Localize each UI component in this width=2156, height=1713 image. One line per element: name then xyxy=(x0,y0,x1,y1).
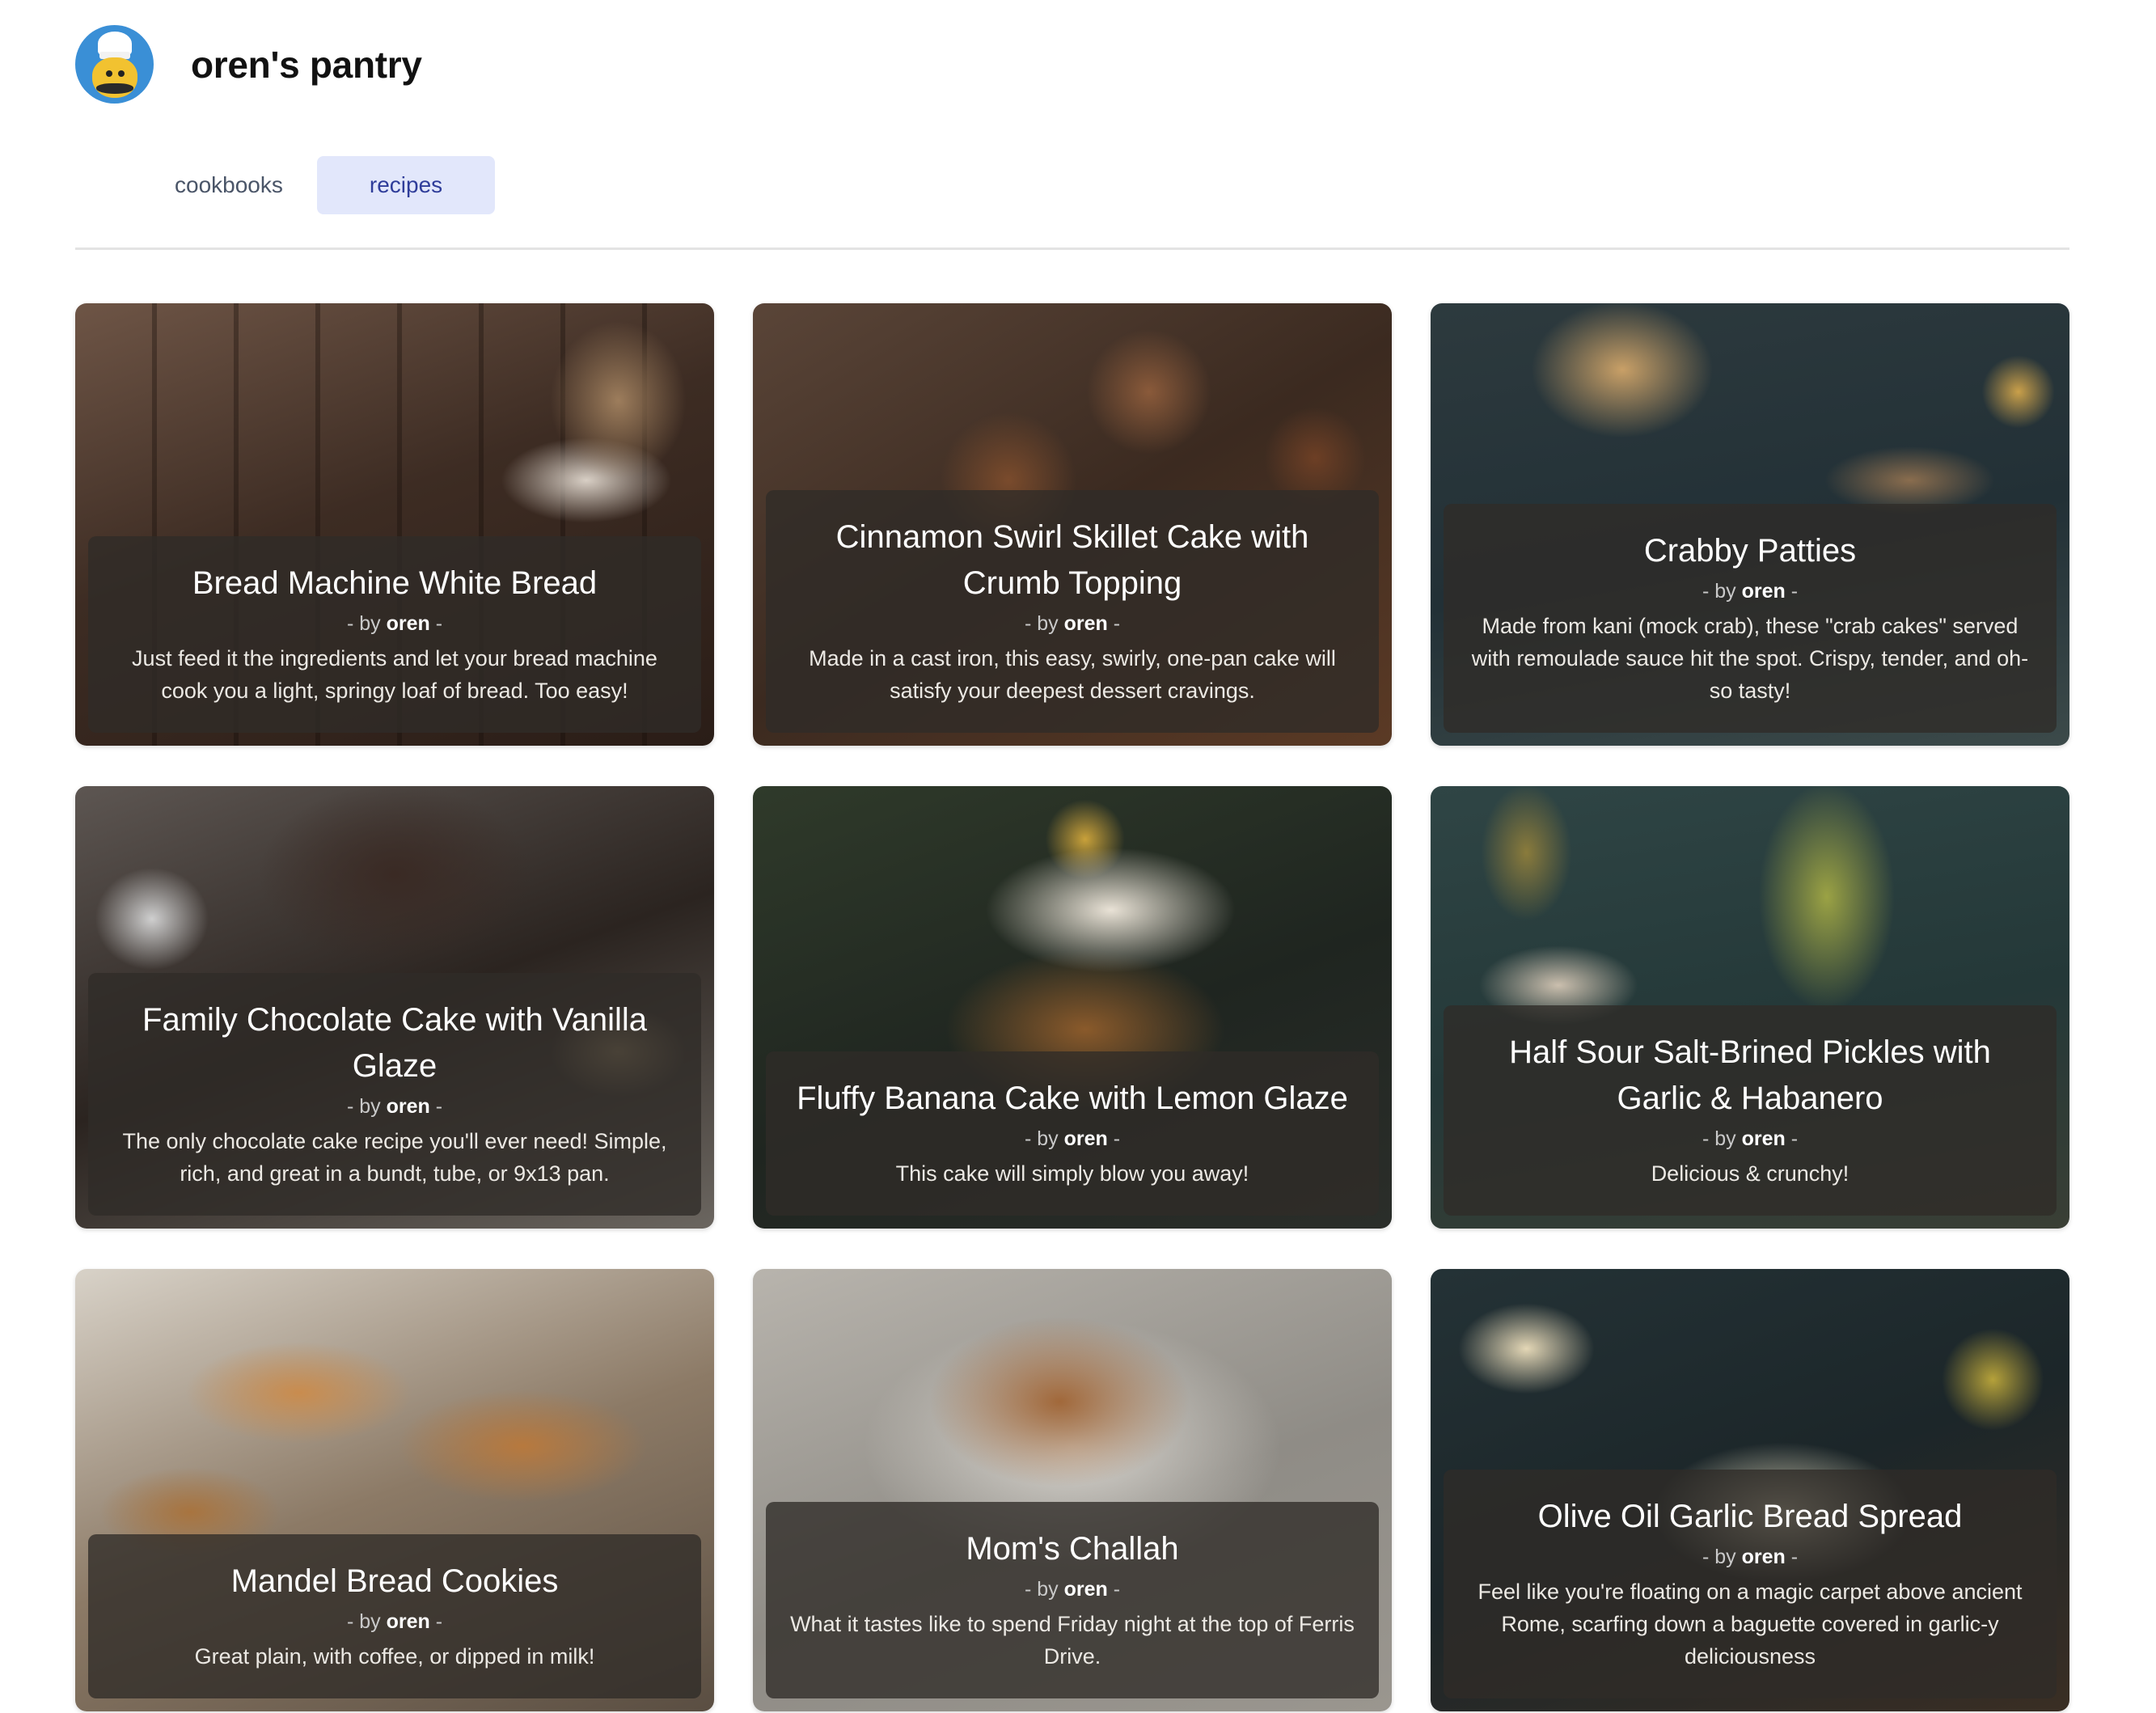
recipe-author[interactable]: oren xyxy=(387,1610,430,1633)
recipe-description: This cake will simply blow you away! xyxy=(895,1161,1249,1186)
recipe-author[interactable]: oren xyxy=(1742,580,1786,603)
recipe-caption: Cinnamon Swirl Skillet Cake with Crumb T… xyxy=(766,490,1379,733)
recipe-byline: - by oren - xyxy=(1702,580,1799,603)
recipe-title: Family Chocolate Cake with Vanilla Glaze xyxy=(142,1002,647,1084)
recipe-title: Bread Machine White Bread xyxy=(192,565,598,601)
recipe-card[interactable]: Mom's Challah - by oren - What it tastes… xyxy=(753,1269,1392,1711)
tab-recipes[interactable]: recipes xyxy=(316,156,496,214)
recipe-byline: - by oren - xyxy=(1024,612,1121,635)
recipe-card[interactable]: Crabby Patties - by oren - Made from kan… xyxy=(1431,303,2069,746)
recipe-card[interactable]: Olive Oil Garlic Bread Spread - by oren … xyxy=(1431,1269,2069,1711)
recipe-author[interactable]: oren xyxy=(387,1095,430,1118)
recipe-card[interactable]: Half Sour Salt-Brined Pickles with Garli… xyxy=(1431,786,2069,1229)
recipe-byline: - by oren - xyxy=(1702,1127,1799,1150)
recipe-description: Great plain, with coffee, or dipped in m… xyxy=(194,1644,595,1669)
recipe-card[interactable]: Cinnamon Swirl Skillet Cake with Crumb T… xyxy=(753,303,1392,746)
recipe-description: The only chocolate cake recipe you'll ev… xyxy=(122,1129,667,1186)
tab-cookbooks[interactable]: cookbooks xyxy=(149,156,309,214)
recipe-caption: Mom's Challah - by oren - What it tastes… xyxy=(766,1502,1379,1698)
recipe-title: Fluffy Banana Cake with Lemon Glaze xyxy=(797,1081,1348,1116)
recipe-caption: Half Sour Salt-Brined Pickles with Garli… xyxy=(1444,1005,2057,1216)
recipe-card[interactable]: Fluffy Banana Cake with Lemon Glaze - by… xyxy=(753,786,1392,1229)
recipe-byline: - by oren - xyxy=(346,1095,443,1118)
recipe-title: Cinnamon Swirl Skillet Cake with Crumb T… xyxy=(835,519,1309,601)
recipe-author[interactable]: oren xyxy=(1742,1546,1786,1568)
site-title: oren's pantry xyxy=(191,43,422,86)
recipe-caption: Crabby Patties - by oren - Made from kan… xyxy=(1444,504,2057,733)
recipe-byline: - by oren - xyxy=(1702,1546,1799,1568)
tab-bar: cookbooks recipes xyxy=(149,156,496,214)
recipe-byline: - by oren - xyxy=(346,1610,443,1633)
recipe-title: Mom's Challah xyxy=(966,1531,1179,1567)
recipe-byline: - by oren - xyxy=(1024,1578,1121,1601)
recipe-grid: Bread Machine White Bread - by oren - Ju… xyxy=(75,303,2069,1711)
recipe-byline: - by oren - xyxy=(1024,1127,1121,1150)
recipe-caption: Fluffy Banana Cake with Lemon Glaze - by… xyxy=(766,1051,1379,1216)
recipe-caption: Mandel Bread Cookies - by oren - Great p… xyxy=(88,1534,701,1698)
recipe-card[interactable]: Family Chocolate Cake with Vanilla Glaze… xyxy=(75,786,714,1229)
site-header: oren's pantry xyxy=(75,25,422,104)
recipe-card[interactable]: Mandel Bread Cookies - by oren - Great p… xyxy=(75,1269,714,1711)
recipe-caption: Olive Oil Garlic Bread Spread - by oren … xyxy=(1444,1470,2057,1698)
recipe-description: Made from kani (mock crab), these "crab … xyxy=(1471,614,2029,703)
recipe-description: What it tastes like to spend Friday nigh… xyxy=(790,1612,1355,1669)
recipe-description: Just feed it the ingredients and let you… xyxy=(132,646,657,703)
recipe-description: Made in a cast iron, this easy, swirly, … xyxy=(809,646,1336,703)
recipe-card[interactable]: Bread Machine White Bread - by oren - Ju… xyxy=(75,303,714,746)
recipe-title: Olive Oil Garlic Bread Spread xyxy=(1537,1499,1963,1534)
recipe-author[interactable]: oren xyxy=(1064,1127,1108,1150)
recipe-author[interactable]: oren xyxy=(1742,1127,1786,1150)
chef-mustache-icon[interactable] xyxy=(75,25,154,104)
recipe-caption: Family Chocolate Cake with Vanilla Glaze… xyxy=(88,973,701,1216)
recipe-author[interactable]: oren xyxy=(387,612,430,635)
recipe-title: Crabby Patties xyxy=(1643,533,1857,569)
recipe-title: Half Sour Salt-Brined Pickles with Garli… xyxy=(1509,1034,1991,1116)
recipe-description: Feel like you're floating on a magic car… xyxy=(1477,1580,2023,1669)
recipe-caption: Bread Machine White Bread - by oren - Ju… xyxy=(88,536,701,733)
recipe-description: Delicious & crunchy! xyxy=(1651,1161,1850,1186)
recipe-author[interactable]: oren xyxy=(1064,1578,1108,1601)
recipe-title: Mandel Bread Cookies xyxy=(230,1563,559,1599)
tab-divider xyxy=(75,247,2069,250)
recipe-byline: - by oren - xyxy=(346,612,443,635)
recipe-author[interactable]: oren xyxy=(1064,612,1108,635)
